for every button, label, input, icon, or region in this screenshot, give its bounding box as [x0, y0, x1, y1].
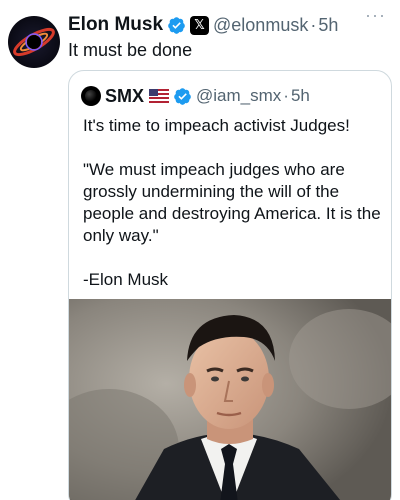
verified-badge-icon: [174, 87, 191, 105]
tweet[interactable]: Elon Musk 𝕏 @elonmusk · 5h ··· It must b…: [0, 0, 400, 500]
timestamp[interactable]: 5h: [318, 15, 338, 36]
author-avatar[interactable]: [8, 16, 60, 68]
black-hole-avatar-icon: [13, 27, 55, 57]
quoted-timestamp[interactable]: 5h: [291, 86, 310, 106]
verified-badge-icon: [168, 16, 185, 34]
portrait-photo: [69, 299, 391, 500]
author-handle[interactable]: @elonmusk: [213, 15, 308, 36]
quoted-tweet-text: It's time to impeach activist Judges! "W…: [83, 115, 383, 291]
quoted-author-name[interactable]: SMX: [105, 86, 144, 107]
tweet-header: Elon Musk 𝕏 @elonmusk · 5h: [68, 12, 392, 38]
author-name[interactable]: Elon Musk: [68, 14, 163, 36]
x-logo-icon: 𝕏: [190, 15, 210, 35]
quoted-author-handle[interactable]: @iam_smx: [196, 86, 281, 106]
quoted-paragraph: "We must impeach judges who are grossly …: [83, 160, 381, 245]
quoted-paragraph: It's time to impeach activist Judges!: [83, 116, 350, 135]
quoted-paragraph: -Elon Musk: [83, 270, 169, 289]
separator-dot: ·: [310, 14, 317, 35]
tweet-text: It must be done: [68, 40, 193, 60]
more-icon[interactable]: ···: [365, 6, 386, 24]
quoted-tweet[interactable]: SMX @iam_smx · 5h It's time to impeach a…: [68, 70, 392, 500]
separator-dot: ·: [283, 86, 289, 105]
quoted-author-avatar[interactable]: [81, 86, 101, 106]
us-flag-icon: [149, 89, 170, 103]
quoted-tweet-photo[interactable]: [69, 299, 391, 500]
quoted-tweet-header: SMX @iam_smx · 5h: [81, 85, 383, 107]
